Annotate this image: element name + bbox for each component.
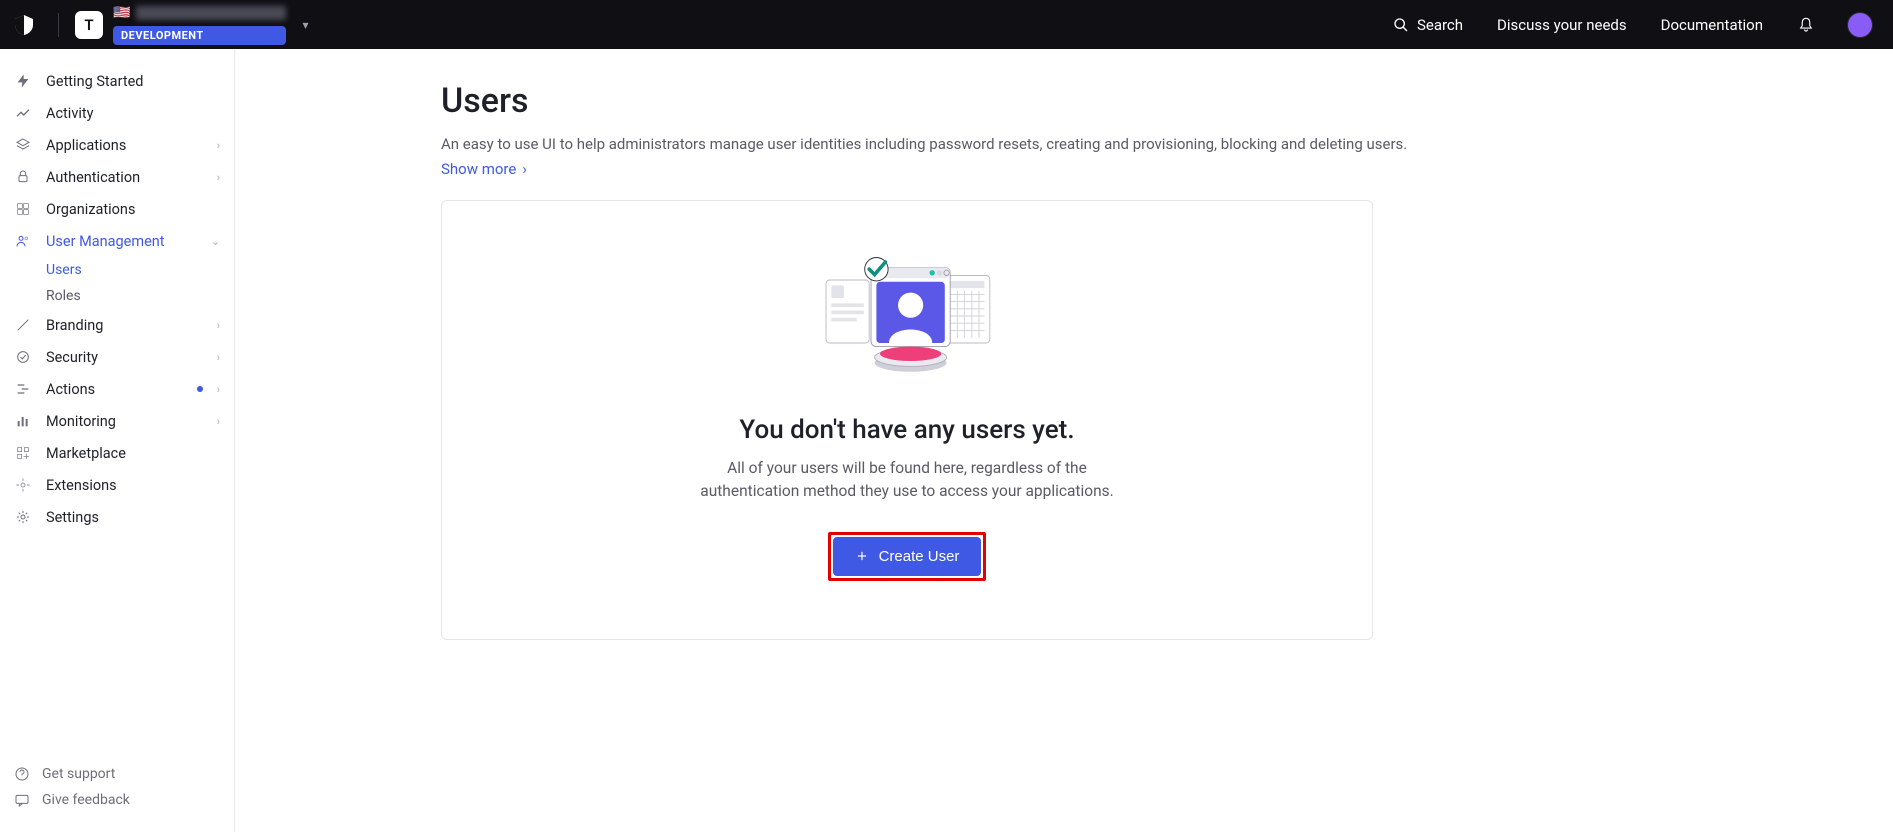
- sidebar-item-label: Branding: [46, 317, 203, 334]
- sidebar-item-security[interactable]: Security ›: [0, 341, 234, 373]
- show-more-label: Show more: [441, 160, 516, 178]
- sidebar-subitem-users[interactable]: Users: [0, 257, 234, 283]
- sidebar-item-label: User Management: [46, 233, 197, 250]
- chevron-right-icon: ›: [217, 383, 220, 396]
- sidebar-item-label: Authentication: [46, 169, 203, 186]
- bars-icon: [14, 412, 32, 430]
- tenant-name-obscured: [136, 6, 286, 20]
- top-header: T 🇺🇸 DEVELOPMENT ▾ Search Discuss your n…: [0, 0, 1893, 49]
- create-user-label: Create User: [879, 548, 960, 565]
- header-divider: [58, 13, 59, 37]
- chevron-down-icon: ⌄: [211, 235, 220, 248]
- sidebar-item-label: Monitoring: [46, 413, 203, 430]
- tenant-selector[interactable]: 🇺🇸 DEVELOPMENT: [113, 5, 286, 45]
- show-more-link[interactable]: Show more ›: [441, 160, 527, 178]
- main-content: Users An easy to use UI to help administ…: [235, 49, 1893, 832]
- sidebar-item-user-management[interactable]: User Management ⌄: [0, 225, 234, 257]
- sidebar-item-authentication[interactable]: Authentication ›: [0, 161, 234, 193]
- org-icon: [14, 200, 32, 218]
- feedback-label: Give feedback: [42, 792, 130, 808]
- chevron-right-icon: ›: [217, 351, 220, 364]
- empty-state-description: All of your users will be found here, re…: [677, 457, 1137, 504]
- grid-icon: [14, 444, 32, 462]
- search-link[interactable]: Search: [1393, 16, 1463, 34]
- create-user-button[interactable]: Create User: [833, 537, 982, 576]
- users-icon: [14, 232, 32, 250]
- empty-state-card: You don't have any users yet. All of you…: [441, 200, 1373, 640]
- sidebar-subnav-user-management: Users Roles: [0, 257, 234, 309]
- notification-dot-icon: [197, 386, 203, 392]
- sidebar-item-organizations[interactable]: Organizations: [0, 193, 234, 225]
- discuss-link[interactable]: Discuss your needs: [1497, 16, 1627, 34]
- sidebar-item-label: Getting Started: [46, 73, 220, 90]
- tenant-badge[interactable]: T: [75, 11, 103, 39]
- support-label: Get support: [42, 766, 115, 782]
- sidebar-subitem-roles[interactable]: Roles: [0, 283, 234, 309]
- sidebar-item-settings[interactable]: Settings: [0, 501, 234, 533]
- header-nav: Search Discuss your needs Documentation: [1393, 16, 1763, 34]
- sidebar: Getting Started Activity Applications › …: [0, 49, 235, 832]
- sidebar-item-activity[interactable]: Activity: [0, 97, 234, 129]
- flag-icon: 🇺🇸: [113, 5, 130, 21]
- page-description: An easy to use UI to help administrators…: [441, 135, 1853, 153]
- empty-state-title: You don't have any users yet.: [739, 415, 1074, 445]
- annotation-highlight: Create User: [828, 532, 987, 581]
- puzzle-icon: [14, 476, 32, 494]
- notifications-button[interactable]: [1797, 16, 1815, 34]
- give-feedback-link[interactable]: Give feedback: [14, 792, 220, 808]
- bolt-icon: [14, 72, 32, 90]
- sidebar-item-label: Applications: [46, 137, 203, 154]
- search-icon: [1393, 17, 1409, 33]
- sidebar-item-label: Extensions: [46, 477, 220, 494]
- page-title: Users: [441, 81, 1853, 121]
- bell-icon: [1797, 16, 1815, 34]
- chevron-down-icon[interactable]: ▾: [302, 18, 308, 32]
- plus-icon: [855, 549, 869, 563]
- sidebar-item-label: Settings: [46, 509, 220, 526]
- user-avatar[interactable]: [1847, 12, 1873, 38]
- sidebar-item-label: Organizations: [46, 201, 220, 218]
- sidebar-item-label: Marketplace: [46, 445, 220, 462]
- chevron-right-icon: ›: [217, 139, 220, 152]
- get-support-link[interactable]: Get support: [14, 766, 220, 782]
- documentation-link[interactable]: Documentation: [1661, 16, 1763, 34]
- sidebar-item-label: Actions: [46, 381, 177, 398]
- sidebar-item-branding[interactable]: Branding ›: [0, 309, 234, 341]
- sidebar-item-monitoring[interactable]: Monitoring ›: [0, 405, 234, 437]
- chevron-right-icon: ›: [522, 160, 527, 178]
- sidebar-item-extensions[interactable]: Extensions: [0, 469, 234, 501]
- shield-logo-icon: [12, 13, 36, 37]
- sidebar-item-actions[interactable]: Actions ›: [0, 373, 234, 405]
- layers-icon: [14, 136, 32, 154]
- brush-icon: [14, 316, 32, 334]
- sidebar-item-getting-started[interactable]: Getting Started: [0, 65, 234, 97]
- chevron-right-icon: ›: [217, 171, 220, 184]
- gear-icon: [14, 508, 32, 526]
- empty-state-illustration: [817, 251, 997, 381]
- feedback-icon: [14, 792, 30, 808]
- sidebar-item-label: Security: [46, 349, 203, 366]
- trend-icon: [14, 104, 32, 122]
- brand-logo[interactable]: [12, 13, 36, 37]
- help-icon: [14, 766, 30, 782]
- chevron-right-icon: ›: [217, 415, 220, 428]
- lock-icon: [14, 168, 32, 186]
- sidebar-item-label: Activity: [46, 105, 220, 122]
- flow-icon: [14, 380, 32, 398]
- environment-tag: DEVELOPMENT: [113, 26, 286, 45]
- shield-icon: [14, 348, 32, 366]
- chevron-right-icon: ›: [217, 319, 220, 332]
- sidebar-item-marketplace[interactable]: Marketplace: [0, 437, 234, 469]
- sidebar-footer: Get support Give feedback: [0, 756, 234, 832]
- search-label: Search: [1417, 16, 1463, 34]
- sidebar-nav: Getting Started Activity Applications › …: [0, 65, 234, 756]
- sidebar-item-applications[interactable]: Applications ›: [0, 129, 234, 161]
